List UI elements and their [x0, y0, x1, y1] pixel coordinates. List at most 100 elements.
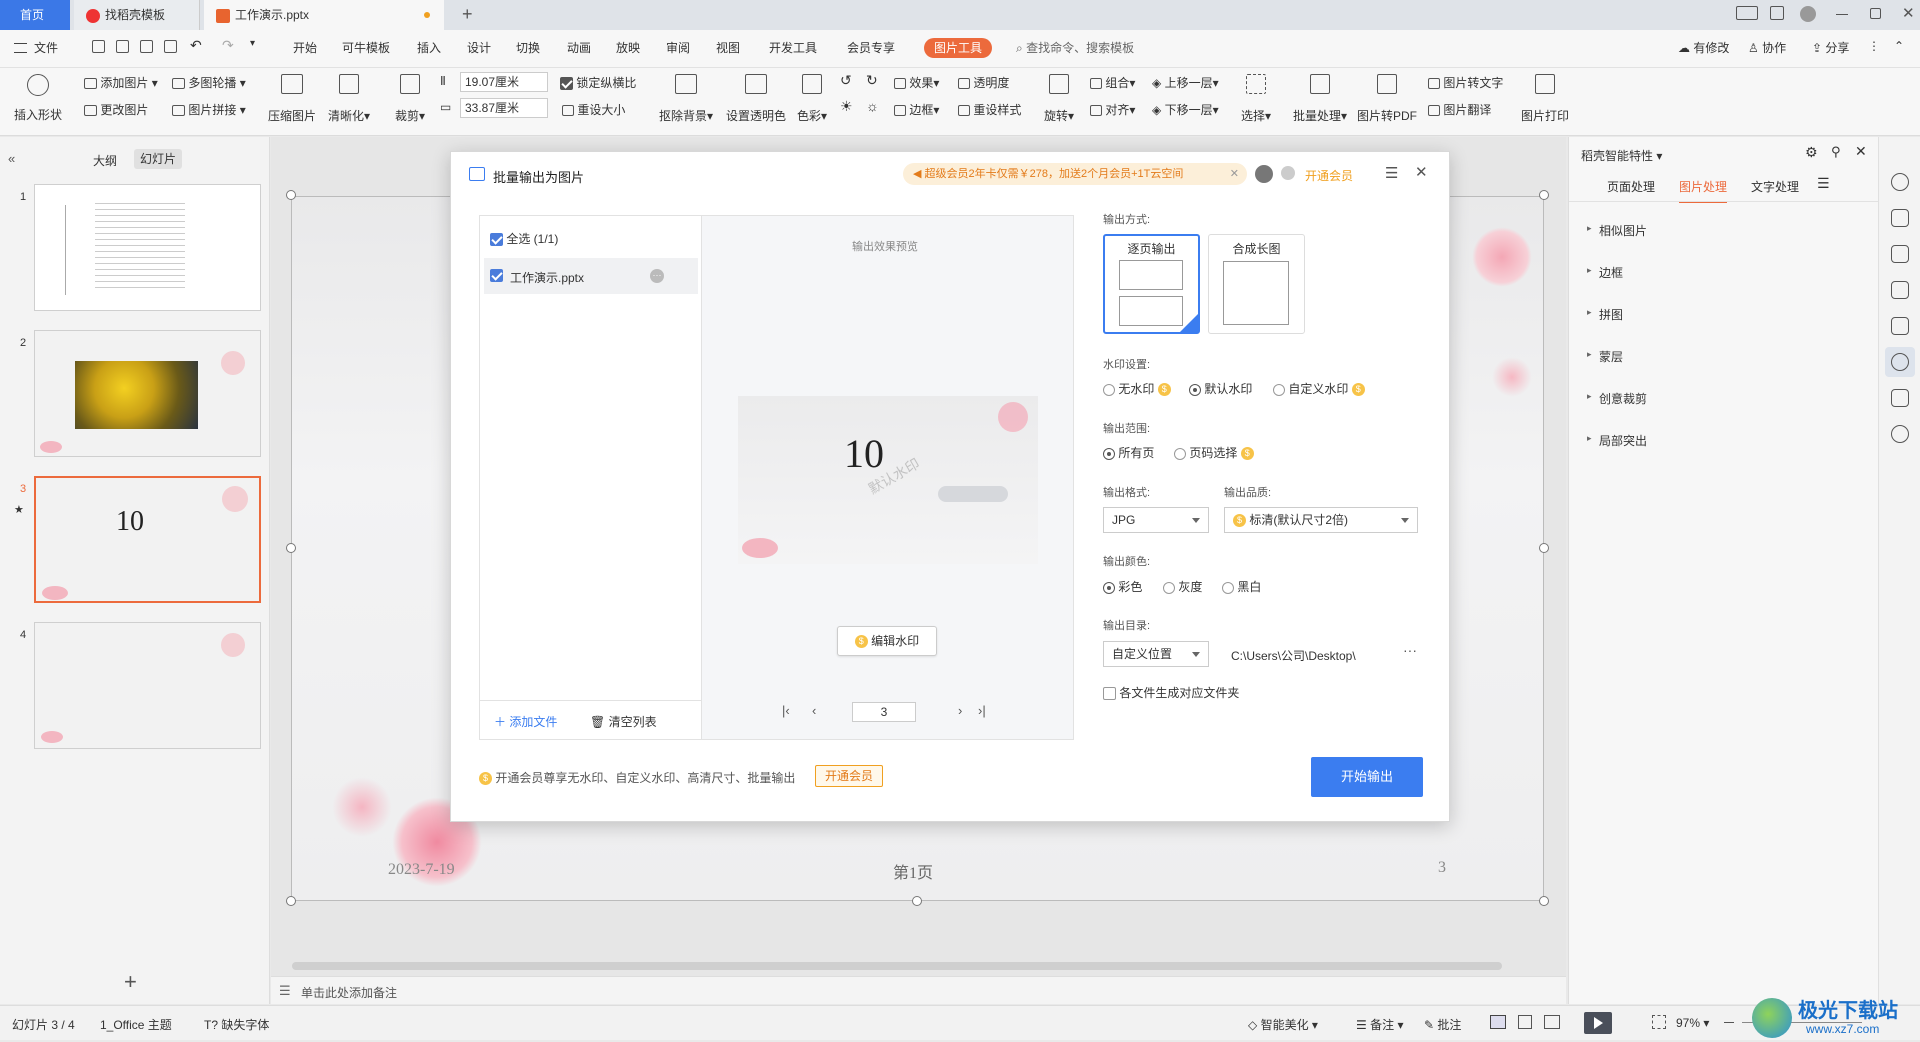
menu-design[interactable]: 设计 — [467, 39, 491, 56]
clear-list-button[interactable]: 🗑 清空列表 — [590, 713, 657, 730]
feature-highlight[interactable]: 局部突出 — [1587, 432, 1647, 449]
menu-insert[interactable]: 插入 — [417, 39, 441, 56]
command-search[interactable]: ⌕ 查找命令、搜索模板 — [1016, 39, 1134, 56]
feature-collage[interactable]: 拼图 — [1587, 306, 1623, 323]
restore-icon[interactable] — [1870, 8, 1881, 19]
footer-vip-button[interactable]: 开通会员 — [815, 765, 883, 787]
edit-watermark-button[interactable]: $ 编辑水印 — [837, 626, 937, 656]
remove-bg-button[interactable]: 抠除背景▾ — [656, 74, 716, 124]
browse-more-icon[interactable]: ··· — [1403, 642, 1417, 658]
design-icon[interactable] — [1891, 173, 1909, 191]
comment-button[interactable]: ✎ 批注 — [1424, 1016, 1461, 1033]
feature-mask[interactable]: 蒙层 — [1587, 348, 1623, 365]
translate-button[interactable]: 图片翻译 — [1428, 101, 1491, 118]
resize-handle[interactable] — [1539, 543, 1549, 553]
file-row[interactable]: 工作演示.pptx ··· — [484, 258, 698, 294]
crop-button[interactable]: 裁剪▾ — [390, 74, 430, 124]
feature-similar-images[interactable]: 相似图片 — [1587, 222, 1647, 239]
align-button[interactable]: 对齐▾ — [1090, 101, 1135, 118]
wm-custom-radio[interactable]: 自定义水印 $ — [1273, 380, 1365, 397]
dir-select[interactable]: 自定义位置 — [1103, 641, 1209, 667]
collaborate-button[interactable]: ♙ 协作 — [1748, 39, 1786, 56]
collapse-ribbon-icon[interactable]: ⌃ — [1894, 39, 1904, 53]
each-folder-checkbox[interactable]: 各文件生成对应文件夹 — [1103, 684, 1239, 701]
resize-handle[interactable] — [912, 896, 922, 906]
more-dropdown-icon[interactable]: ▾ — [250, 38, 255, 49]
resize-handle[interactable] — [286, 543, 296, 553]
menu-review[interactable]: 审阅 — [666, 39, 690, 56]
adjust-icon[interactable] — [1891, 209, 1909, 227]
grid-icon[interactable] — [1770, 6, 1784, 20]
export-icon[interactable] — [116, 40, 129, 53]
theme-name[interactable]: 1_Office 主题 — [100, 1016, 172, 1033]
file-check-icon[interactable] — [490, 269, 503, 282]
beautify-button[interactable]: ◇ 智能美化 ▾ — [1248, 1016, 1318, 1033]
add-file-button[interactable]: ＋ 添加文件 — [494, 713, 557, 730]
add-slide-button[interactable]: + — [124, 969, 137, 995]
start-export-button[interactable]: 开始输出 — [1311, 757, 1423, 797]
tab-home[interactable]: 首页 — [0, 0, 70, 30]
zoom-out-icon[interactable] — [1724, 1022, 1734, 1023]
avatar[interactable] — [1800, 6, 1816, 22]
collapse-panel-icon[interactable]: « — [8, 151, 15, 166]
height-field[interactable]: Ⅱ 19.07厘米 — [438, 72, 552, 92]
close-icon[interactable]: ✕ — [1902, 4, 1915, 22]
menu-start[interactable]: 开始 — [293, 39, 317, 56]
reset-size-button[interactable]: 重设大小 — [562, 101, 625, 118]
tab-slides[interactable]: 幻灯片 — [134, 149, 182, 169]
file-more-icon[interactable]: ··· — [650, 269, 664, 283]
prev-page-icon[interactable]: ‹ — [812, 703, 816, 718]
layout-icon[interactable] — [1736, 6, 1758, 20]
transparency-button[interactable]: 透明度 — [958, 74, 1009, 91]
wm-default-radio[interactable]: 默认水印 — [1189, 380, 1252, 397]
menu-template[interactable]: 可牛模板 — [342, 39, 390, 56]
quality-select[interactable]: $ 标清(默认尺寸2倍) — [1224, 507, 1418, 533]
wm-none-radio[interactable]: 无水印 $ — [1103, 380, 1171, 397]
has-changes-button[interactable]: ☁ 有修改 — [1678, 39, 1729, 56]
tab-image-processing[interactable]: 图片处理 — [1679, 178, 1728, 203]
resize-handle[interactable] — [286, 896, 296, 906]
reset-style-button[interactable]: 重设样式 — [958, 101, 1021, 118]
bring-up-button[interactable]: ◈ 上移一层▾ — [1152, 74, 1219, 91]
menu-animation[interactable]: 动画 — [567, 39, 591, 56]
color-button[interactable]: 色彩▾ — [794, 74, 830, 124]
first-page-icon[interactable]: |‹ — [782, 703, 790, 718]
resize-handle[interactable] — [1539, 190, 1549, 200]
range-all-radio[interactable]: 所有页 — [1103, 444, 1154, 461]
resize-handle[interactable] — [286, 190, 296, 200]
open-vip-link[interactable]: 开通会员 — [1305, 167, 1353, 184]
minimize-icon[interactable] — [1836, 14, 1848, 15]
width-input[interactable]: 33.87厘米 — [460, 98, 548, 118]
tab-template[interactable]: 找稻壳模板 — [74, 0, 200, 30]
close-panel-icon[interactable]: ✕ — [1855, 143, 1867, 160]
change-image-button[interactable]: 更改图片 — [84, 101, 148, 118]
to-text-button[interactable]: 图片转文字 — [1428, 74, 1503, 91]
range-select-radio[interactable]: 页码选择 $ — [1174, 444, 1254, 461]
magic-icon[interactable] — [1891, 245, 1909, 263]
rotate-left-icon[interactable]: ↺ — [840, 72, 852, 89]
group-button[interactable]: 组合▾ — [1090, 74, 1135, 91]
notes-bar[interactable]: ☰ 单击此处添加备注 — [271, 976, 1566, 1004]
more-options-icon[interactable]: ⋮ — [1868, 39, 1880, 53]
preview-icon[interactable] — [164, 40, 177, 53]
select-all-checkbox[interactable]: 全选 (1/1) — [490, 230, 558, 247]
resize-handle[interactable] — [1539, 896, 1549, 906]
height-input[interactable]: 19.07厘米 — [460, 72, 548, 92]
dialog-menu-icon[interactable]: ☰ — [1385, 164, 1398, 182]
sorter-view-icon[interactable] — [1518, 1015, 1532, 1029]
slide-thumbnail-3[interactable]: 10 — [34, 476, 261, 603]
color-bw-radio[interactable]: 黑白 — [1222, 578, 1261, 595]
help-icon[interactable] — [1891, 425, 1909, 443]
tab-outline[interactable]: 大纲 — [93, 152, 117, 169]
feature-creative-crop[interactable]: 创意裁剪 — [1587, 390, 1647, 407]
pin-icon[interactable]: ⚲ — [1831, 144, 1841, 160]
fit-window-icon[interactable] — [1652, 1015, 1666, 1029]
copy-icon[interactable] — [1891, 281, 1909, 299]
tab-menu-icon[interactable]: ☰ — [1817, 175, 1830, 192]
image-edit-icon[interactable] — [1891, 317, 1909, 335]
mode-single-option[interactable]: 逐页输出 — [1103, 234, 1200, 334]
tab-document[interactable]: 工作演示.pptx — [204, 0, 444, 30]
new-tab-button[interactable]: + — [462, 4, 473, 25]
add-image-button[interactable]: 添加图片 ▾ — [84, 74, 158, 91]
effect-button[interactable]: 效果▾ — [894, 74, 939, 91]
